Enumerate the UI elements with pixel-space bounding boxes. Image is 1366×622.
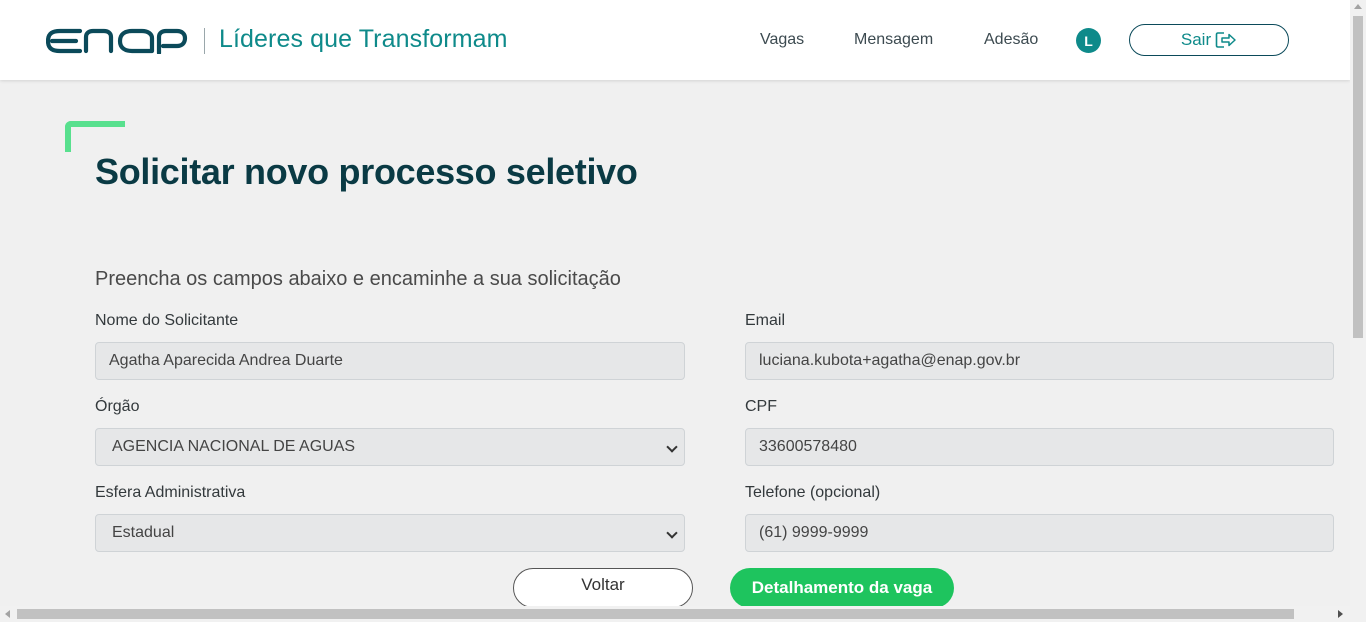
chevron-down-icon bbox=[666, 527, 678, 539]
nav-vagas[interactable]: Vagas bbox=[760, 31, 804, 49]
nome-field[interactable]: Agatha Aparecida Andrea Duarte bbox=[95, 342, 685, 380]
detalhamento-vaga-button[interactable]: Detalhamento da vaga bbox=[730, 568, 954, 608]
cpf-field[interactable]: 33600578480 bbox=[745, 428, 1334, 466]
chevron-down-icon bbox=[666, 441, 678, 453]
scroll-left-arrow-icon[interactable] bbox=[5, 610, 10, 618]
horizontal-scrollbar[interactable] bbox=[0, 606, 1366, 622]
orgao-select[interactable]: AGENCIA NACIONAL DE AGUAS bbox=[95, 428, 685, 466]
title-accent-corner bbox=[65, 121, 125, 152]
enap-logo[interactable] bbox=[46, 28, 188, 54]
orgao-selected-value: AGENCIA NACIONAL DE AGUAS bbox=[112, 438, 356, 455]
logout-button[interactable]: Sair bbox=[1129, 24, 1289, 56]
brand-title: Líderes que Transformam bbox=[219, 25, 508, 53]
page-title: Solicitar novo processo seletivo bbox=[95, 151, 638, 192]
email-label: Email bbox=[745, 312, 786, 329]
cpf-label: CPF bbox=[745, 398, 777, 415]
top-header: Líderes que Transformam Vagas Mensagem A… bbox=[0, 0, 1350, 80]
nav-mensagem[interactable]: Mensagem bbox=[854, 31, 933, 49]
brand-divider bbox=[204, 28, 205, 54]
vertical-scroll-thumb[interactable] bbox=[1353, 16, 1363, 338]
scroll-right-arrow-icon[interactable] bbox=[1338, 610, 1343, 618]
vertical-scrollbar[interactable] bbox=[1350, 0, 1366, 606]
esfera-label: Esfera Administrativa bbox=[95, 484, 246, 501]
logout-label: Sair bbox=[1180, 30, 1212, 49]
scroll-up-arrow-icon[interactable] bbox=[1354, 4, 1362, 9]
logout-arrow-icon bbox=[1215, 32, 1236, 48]
user-avatar[interactable]: L bbox=[1076, 28, 1101, 53]
orgao-label: Órgão bbox=[95, 398, 140, 415]
esfera-select[interactable]: Estadual bbox=[95, 514, 685, 552]
telefone-label: Telefone (opcional) bbox=[745, 484, 881, 501]
voltar-button[interactable]: Voltar bbox=[513, 568, 693, 608]
form-subtitle: Preencha os campos abaixo e encaminhe a … bbox=[95, 268, 621, 290]
email-field[interactable]: luciana.kubota+agatha@enap.gov.br bbox=[745, 342, 1334, 380]
horizontal-scroll-thumb[interactable] bbox=[17, 609, 1294, 619]
esfera-selected-value: Estadual bbox=[112, 524, 175, 541]
nome-label: Nome do Solicitante bbox=[95, 312, 239, 329]
telefone-field[interactable]: (61) 9999-9999 bbox=[745, 514, 1334, 552]
nav-adesao[interactable]: Adesão bbox=[984, 31, 1038, 49]
